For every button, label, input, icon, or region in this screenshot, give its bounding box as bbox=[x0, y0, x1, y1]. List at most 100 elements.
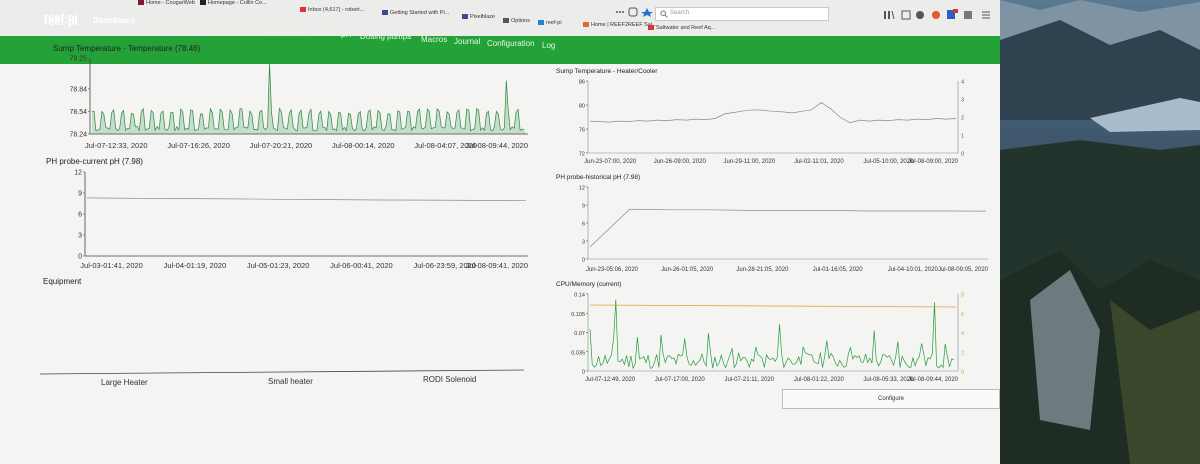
nav-dosing-pumps[interactable]: Dosing pumps bbox=[360, 32, 411, 41]
gear-icon bbox=[503, 18, 509, 24]
y-tick-label: 0.07 bbox=[574, 331, 585, 337]
x-tick-label: Jul-05-01:23, 2020 bbox=[247, 261, 310, 270]
y2-tick-label: 0 bbox=[961, 152, 964, 158]
y-tick-label: 78.24 bbox=[69, 132, 87, 139]
y2-tick-label: 1 bbox=[961, 134, 964, 140]
bookmark-label: Home - CougarWeb bbox=[146, 0, 195, 6]
x-tick-label: Jun-26-01:05, 2020 bbox=[661, 267, 714, 273]
bookmark-item[interactable]: Saltwater and Reef Aq... bbox=[648, 25, 715, 31]
bookmark-item[interactable]: Home | REEF2REEF Sal... bbox=[583, 22, 657, 28]
bookmark-item[interactable]: Inbox (4,617) - robert... bbox=[300, 7, 364, 13]
search-icon bbox=[660, 10, 668, 18]
bookmark-icon bbox=[200, 0, 206, 6]
x-tick-label: Jul-04-10:01, 2020 bbox=[888, 267, 939, 273]
configure-button[interactable]: Configure bbox=[782, 389, 1000, 409]
x-tick-label: Jul-03-01:41, 2020 bbox=[80, 261, 143, 270]
bookmark-label: Pixelblaze bbox=[470, 14, 496, 20]
toolbar-icons bbox=[616, 7, 653, 17]
nav-log[interactable]: Log bbox=[542, 41, 555, 50]
y-tick-label: 6 bbox=[582, 222, 585, 228]
bookmark-label: Home | REEF2REEF Sal... bbox=[591, 22, 657, 28]
y2-tick-label: 0 bbox=[961, 370, 964, 376]
y2-tick-label: 2 bbox=[961, 350, 964, 356]
x-tick-label: Jul-08-09:44, 2020 bbox=[908, 377, 959, 383]
nav-dashboard[interactable]: Dashboard bbox=[93, 16, 135, 25]
x-tick-label: Jul-01-16:05, 2020 bbox=[813, 267, 864, 273]
x-tick-label: Jun-23-07:00, 2020 bbox=[584, 159, 637, 165]
equipment-label-small-heater: Small heater bbox=[268, 377, 313, 386]
series-line bbox=[589, 299, 954, 370]
x-tick-label: Jun-29-11:00, 2020 bbox=[724, 159, 776, 165]
x-tick-label: Jun-26-09:00, 2020 bbox=[654, 159, 707, 165]
y-tick-label: 9 bbox=[582, 204, 585, 210]
cpu-memory-chart: 0.140.1050.070.035086420Jul-07-12:49, 20… bbox=[571, 293, 964, 384]
bookmark-label: reef-pi bbox=[546, 20, 562, 26]
heater-cooler-chart: 86 80 76 72 4 3 2 1 0 Jun-23-07:00, 2020 Jun-26-09… bbox=[579, 80, 964, 166]
chart-title: Sump Temperature - Heater/Cooler bbox=[556, 68, 658, 75]
bookmark-item[interactable]: Pixelblaze bbox=[462, 14, 495, 20]
x-tick-label: Jul-07-16:26, 2020 bbox=[167, 141, 230, 150]
nav-ph[interactable]: pH bbox=[341, 30, 351, 39]
bookmark-icon bbox=[138, 0, 144, 6]
bookmark-icon bbox=[583, 22, 589, 28]
bookmark-label: Homepage - Collin Co... bbox=[208, 0, 267, 6]
x-tick-label: Jul-07-12:33, 2020 bbox=[85, 141, 148, 150]
bookmark-item[interactable]: Options bbox=[503, 18, 530, 24]
nav-equipment[interactable]: Equipment bbox=[146, 19, 184, 28]
y-tick-label: 12 bbox=[579, 186, 585, 192]
nav-configuration[interactable]: Configuration bbox=[487, 39, 535, 48]
bookmark-label: Saltwater and Reef Aq... bbox=[656, 25, 716, 31]
extension-icons bbox=[884, 9, 990, 20]
y-tick-label: 86 bbox=[579, 80, 585, 86]
y2-tick-label: 8 bbox=[961, 293, 964, 299]
ph-current-chart: 12 9 6 3 0Jul-03-01:41, 2020 Jul-04-01:19, 20… bbox=[74, 170, 528, 270]
y-tick-label: 0.14 bbox=[574, 293, 585, 299]
x-tick-label: Jul-04-01:19, 2020 bbox=[164, 261, 227, 270]
x-tick-label: Jun-28-21:05, 2020 bbox=[736, 267, 789, 273]
y-tick-label: 0 bbox=[582, 258, 585, 264]
bookmark-item[interactable]: Getting Started with Pi... bbox=[382, 10, 449, 16]
brand-logo[interactable]: reef-pi bbox=[44, 12, 78, 24]
nav-ato[interactable]: ATO bbox=[318, 28, 334, 37]
nav-temperature[interactable]: Temperature bbox=[263, 26, 308, 35]
bookmark-label: Getting Started with Pi... bbox=[390, 10, 450, 16]
y-tick-label: 79.25 bbox=[69, 56, 87, 63]
bookmark-label: Options bbox=[511, 18, 530, 24]
x-tick-label: Jul-07-21:11, 2020 bbox=[725, 377, 775, 383]
y-tick-label: 72 bbox=[579, 152, 585, 158]
nav-macros[interactable]: Macros bbox=[421, 35, 447, 44]
browser-window: Home - CougarWeb Homepage - Collin Co...… bbox=[0, 0, 1000, 464]
bookmark-item[interactable]: Home - CougarWeb bbox=[138, 0, 195, 6]
browser-search-box[interactable]: Search bbox=[655, 7, 829, 21]
bookmark-label: Inbox (4,617) - robert... bbox=[308, 7, 365, 13]
x-tick-label: Jul-02-11:01, 2020 bbox=[794, 159, 844, 165]
y-tick-label: 3 bbox=[582, 240, 585, 246]
equipment-label-large-heater: Large Heater bbox=[101, 378, 148, 387]
equipment-title: Equipment bbox=[43, 277, 82, 286]
bookmark-icon bbox=[382, 10, 388, 16]
series-line bbox=[86, 197, 527, 202]
y-tick-label: 0 bbox=[582, 370, 585, 376]
y-tick-label: 0.105 bbox=[571, 312, 585, 318]
x-tick-label: Jul-06-00:41, 2020 bbox=[330, 261, 393, 270]
nav-lights[interactable]: Lights bbox=[231, 23, 252, 32]
x-axis bbox=[39, 369, 525, 375]
nav-journal[interactable]: Journal bbox=[454, 37, 480, 46]
x-tick-label: Jul-08-09:41, 2020 bbox=[465, 261, 528, 270]
x-tick-label: Jul-08-09:44, 2020 bbox=[465, 141, 528, 150]
nav-timers[interactable]: Timers bbox=[198, 22, 222, 31]
bookmark-item[interactable]: Homepage - Collin Co... bbox=[200, 0, 267, 6]
y-tick-label: 0.035 bbox=[571, 350, 585, 356]
gmail-icon bbox=[300, 7, 306, 13]
bookmarks-bar: Home - CougarWeb Homepage - Collin Co...… bbox=[0, 0, 1000, 36]
y-tick-label: 9 bbox=[78, 191, 82, 198]
chart-title: PH probe-current pH (7.98) bbox=[46, 157, 143, 166]
y-tick-label: 78.84 bbox=[69, 86, 87, 93]
x-tick-label: Jul-07-17:00, 2020 bbox=[655, 377, 706, 383]
bookmark-item[interactable]: reef-pi bbox=[538, 20, 562, 26]
equipment-label-rodi-solenoid: RODI Solenoid bbox=[423, 375, 477, 384]
series-area bbox=[92, 63, 526, 134]
y2-tick-label: 3 bbox=[961, 98, 964, 104]
y2-tick-label: 6 bbox=[961, 312, 964, 318]
y-tick-label: 3 bbox=[78, 233, 82, 240]
